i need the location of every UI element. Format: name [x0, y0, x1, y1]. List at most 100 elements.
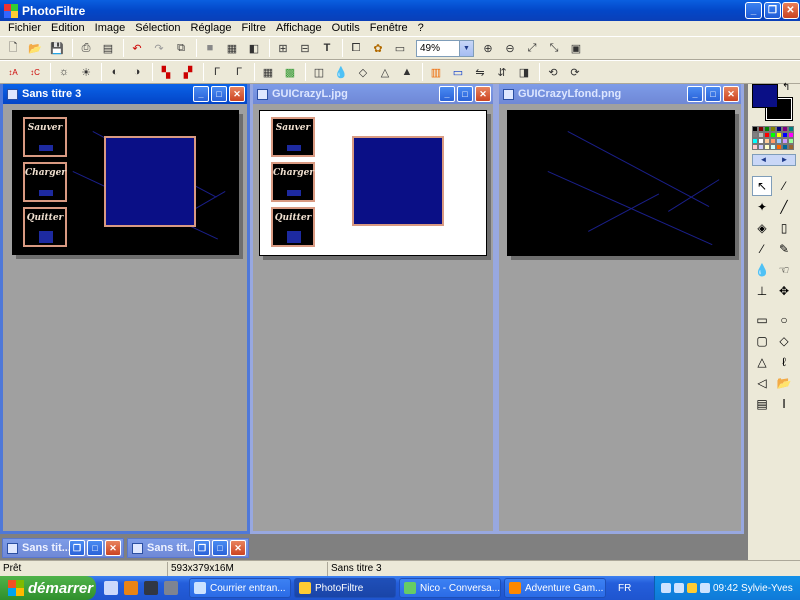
image-canvas[interactable]: Sauver Charger Quitter — [259, 110, 487, 256]
sharpen-icon[interactable]: ◇ — [353, 62, 373, 82]
maximize-button[interactable]: □ — [705, 86, 721, 102]
gradient-icon[interactable]: ▥ — [426, 62, 446, 82]
canvas-size-icon[interactable]: ⊟ — [295, 38, 315, 58]
rectangle-icon[interactable]: ▭ — [752, 310, 772, 330]
swap-colors-icon[interactable]: ↰ — [782, 82, 790, 93]
move-icon[interactable]: ✥ — [774, 281, 794, 301]
minimize-button[interactable]: _ — [193, 86, 209, 102]
text-tool-icon[interactable]: T — [317, 38, 337, 58]
taskbar-button-messenger[interactable]: Nico - Conversa... — [399, 578, 501, 598]
lasso-icon[interactable]: ℓ — [774, 352, 794, 372]
palette-navigation[interactable]: ◄ ► — [752, 154, 796, 166]
flip-horizontal-icon[interactable]: ⇋ — [470, 62, 490, 82]
maximize-button[interactable]: □ — [457, 86, 473, 102]
fullscreen-icon[interactable]: ▣ — [566, 38, 586, 58]
minimized-window[interactable]: Sans tit... ❐ □ ✕ — [2, 538, 124, 558]
minimize-button[interactable]: _ — [439, 86, 455, 102]
ie-icon[interactable] — [104, 581, 118, 595]
minimize-button[interactable]: _ — [687, 86, 703, 102]
stamp-icon[interactable]: ⊥ — [752, 281, 772, 301]
saturation-minus-icon[interactable]: ▚ — [156, 62, 176, 82]
minimized-window[interactable]: Sans tit... ❐ □ ✕ — [127, 538, 249, 558]
rotate-left-icon[interactable]: ⟲ — [543, 62, 563, 82]
contrast-minus-icon[interactable]: ◐ — [105, 62, 125, 82]
save-icon[interactable]: 💾 — [47, 38, 67, 58]
restore-button[interactable]: ❐ — [69, 540, 85, 556]
gamma-plus-icon[interactable]: Γ — [229, 62, 249, 82]
sharpen-more-icon[interactable]: ▲ — [397, 62, 417, 82]
advanced-brush-icon[interactable]: ✎ — [774, 239, 794, 259]
menu-selection[interactable]: Sélection — [130, 21, 185, 35]
tray-icon[interactable] — [687, 583, 697, 593]
grid-filter-icon[interactable]: ▦ — [258, 62, 278, 82]
saturation-plus-icon[interactable]: ▞ — [178, 62, 198, 82]
undo-icon[interactable]: ↶ — [127, 38, 147, 58]
taskbar-button-firefox[interactable]: Adventure Gam... — [504, 578, 606, 598]
rounded-rect-icon[interactable]: ▢ — [752, 331, 772, 351]
zoom-in-icon[interactable]: ⊕ — [478, 38, 498, 58]
ellipse-icon[interactable]: ○ — [774, 310, 794, 330]
rotate-right-icon[interactable]: ⟳ — [565, 62, 585, 82]
new-file-icon[interactable]: 🗋 — [3, 38, 23, 58]
restore-button[interactable]: ❐ — [764, 2, 781, 19]
close-button[interactable]: ✕ — [723, 86, 739, 102]
line-tool-icon[interactable]: ╱ — [774, 197, 794, 217]
soften-icon[interactable]: △ — [375, 62, 395, 82]
window-title-bar[interactable]: GUICrazyLfond.png _ □ ✕ — [499, 84, 741, 104]
color-picker-icon[interactable]: ⁄ — [774, 176, 794, 196]
brush-icon[interactable]: ⁄ — [752, 239, 772, 259]
window-icon[interactable]: ▭ — [390, 38, 410, 58]
gamma-minus-icon[interactable]: Γ — [207, 62, 227, 82]
menu-filtre[interactable]: Filtre — [236, 21, 270, 35]
window-title-bar[interactable]: GUICrazyL.jpg _ □ ✕ — [253, 84, 493, 104]
chevron-down-icon[interactable]: ▼ — [459, 40, 473, 56]
frame-icon[interactable]: ▭ — [448, 62, 468, 82]
tray-icon[interactable] — [661, 583, 671, 593]
app-icon[interactable] — [164, 581, 178, 595]
language-indicator[interactable]: FR — [618, 583, 631, 594]
palette-next-icon[interactable]: ► — [781, 155, 789, 165]
diamond-icon[interactable]: ◇ — [774, 331, 794, 351]
maximize-button[interactable]: □ — [212, 540, 228, 556]
plugin-icon[interactable]: ✿ — [368, 38, 388, 58]
layers-icon[interactable]: ⧠ — [346, 38, 366, 58]
minimize-button[interactable]: _ — [745, 2, 762, 19]
start-button[interactable]: démarrer — [0, 576, 96, 600]
palette-prev-icon[interactable]: ◄ — [760, 155, 768, 165]
texture-icon[interactable]: ▩ — [280, 62, 300, 82]
menu-affichage[interactable]: Affichage — [271, 21, 327, 35]
text-cursor-icon[interactable]: Ⅰ — [774, 394, 794, 414]
document-window-guicrazyl-jpg[interactable]: GUICrazyL.jpg _ □ ✕ Sauver Charger Quitt… — [250, 84, 496, 534]
invert-icon[interactable]: ◧ — [244, 38, 264, 58]
color-palette[interactable] — [752, 126, 796, 150]
close-button[interactable]: ✕ — [229, 86, 245, 102]
close-button[interactable]: ✕ — [475, 86, 491, 102]
menu-edition[interactable]: Edition — [46, 21, 90, 35]
close-button[interactable]: ✕ — [230, 540, 246, 556]
fit-image-icon[interactable]: ⤢ — [522, 38, 542, 58]
firefox-icon[interactable] — [124, 581, 138, 595]
window-title-bar[interactable]: Sans titre 3 _ □ ✕ — [3, 84, 247, 104]
foreground-color-swatch[interactable] — [752, 84, 778, 108]
smudge-icon[interactable]: ☜ — [774, 260, 794, 280]
menu-fichier[interactable]: Fichier — [3, 21, 46, 35]
menu-image[interactable]: Image — [90, 21, 131, 35]
zoom-select[interactable]: 49% ▼ — [416, 39, 474, 57]
brightness-plus-icon[interactable]: ☀ — [76, 62, 96, 82]
select-all-icon[interactable]: ▤ — [752, 394, 772, 414]
scanner-icon[interactable]: ▤ — [98, 38, 118, 58]
crop-icon[interactable]: ⧉ — [171, 38, 191, 58]
fill-bucket-icon[interactable]: ◈ — [752, 218, 772, 238]
tray-icon[interactable] — [674, 583, 684, 593]
print-icon[interactable]: ⎙ — [76, 38, 96, 58]
menu-outils[interactable]: Outils — [327, 21, 365, 35]
menu-reglage[interactable]: Réglage — [186, 21, 237, 35]
image-canvas[interactable] — [507, 110, 735, 256]
magic-wand-icon[interactable]: ✦ — [752, 197, 772, 217]
auto-contrast-icon[interactable]: ↕C — [25, 62, 45, 82]
close-button[interactable]: ✕ — [782, 2, 799, 19]
actual-size-icon[interactable]: ⤡ — [544, 38, 564, 58]
mirror-icon[interactable]: ◨ — [514, 62, 534, 82]
image-canvas[interactable]: Sauver Charger Quitter — [12, 110, 239, 255]
auto-levels-icon[interactable]: ↕A — [3, 62, 23, 82]
